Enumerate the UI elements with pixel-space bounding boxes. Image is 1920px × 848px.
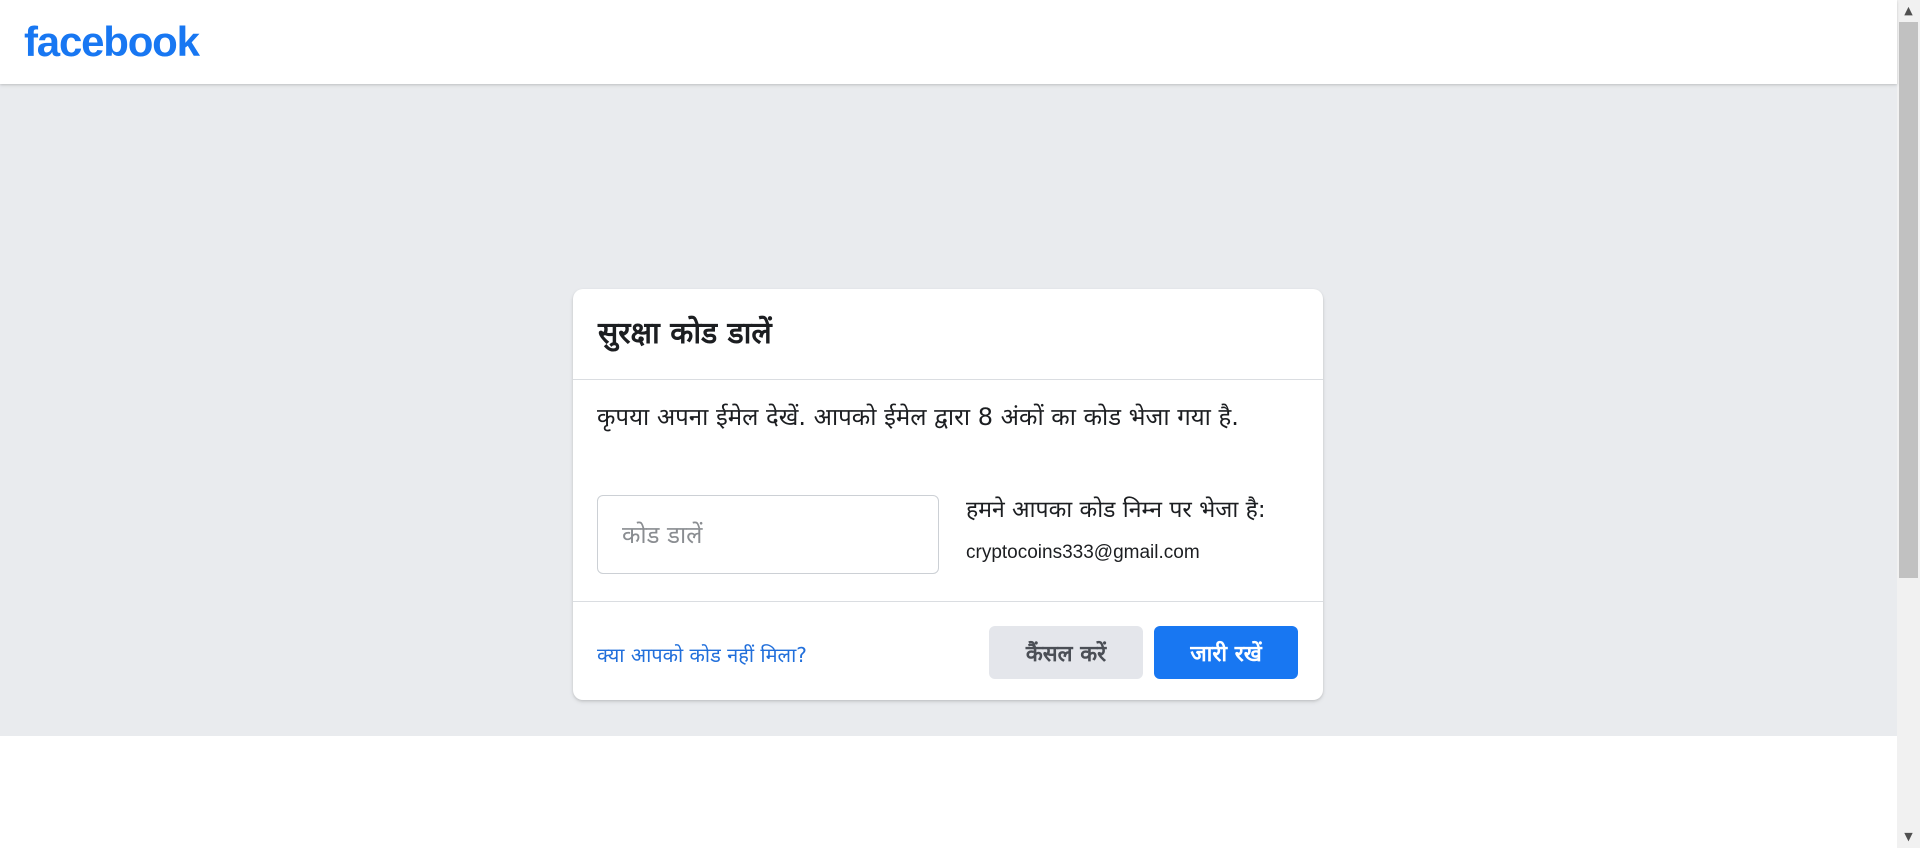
code-sent-email: cryptocoins333@gmail.com (966, 542, 1200, 563)
arrow-down-icon[interactable]: ▼ (1897, 826, 1920, 848)
vertical-scrollbar[interactable]: ▲ ▼ (1897, 0, 1920, 848)
main-content: सुरक्षा कोड डालें कृपया अपना ईमेल देखें.… (0, 84, 1897, 736)
continue-button[interactable]: जारी रखें (1154, 626, 1298, 679)
didnt-get-code-link[interactable]: क्या आपको कोड नहीं मिला? (597, 641, 807, 668)
security-code-input[interactable] (597, 495, 939, 574)
security-code-dialog: सुरक्षा कोड डालें कृपया अपना ईमेल देखें.… (573, 289, 1323, 700)
page: facebook सुरक्षा कोड डालें कृपया अपना ईम… (0, 0, 1920, 848)
facebook-logo[interactable]: facebook (24, 18, 200, 66)
top-header: facebook (0, 0, 1897, 84)
dialog-title: सुरक्षा कोड डालें (598, 316, 772, 351)
dialog-footer: क्या आपको कोड नहीं मिला? कैंसल करें जारी… (573, 602, 1323, 700)
scrollbar-thumb[interactable] (1899, 22, 1918, 578)
instructions-text: कृपया अपना ईमेल देखें. आपको ईमेल द्वारा … (597, 403, 1239, 431)
dialog-body: कृपया अपना ईमेल देखें. आपको ईमेल द्वारा … (573, 380, 1323, 602)
arrow-up-icon[interactable]: ▲ (1897, 0, 1920, 22)
dialog-header: सुरक्षा कोड डालें (573, 289, 1323, 380)
cancel-button[interactable]: कैंसल करें (989, 626, 1143, 679)
code-sent-label: हमने आपका कोड निम्न पर भेजा है: (966, 497, 1266, 523)
